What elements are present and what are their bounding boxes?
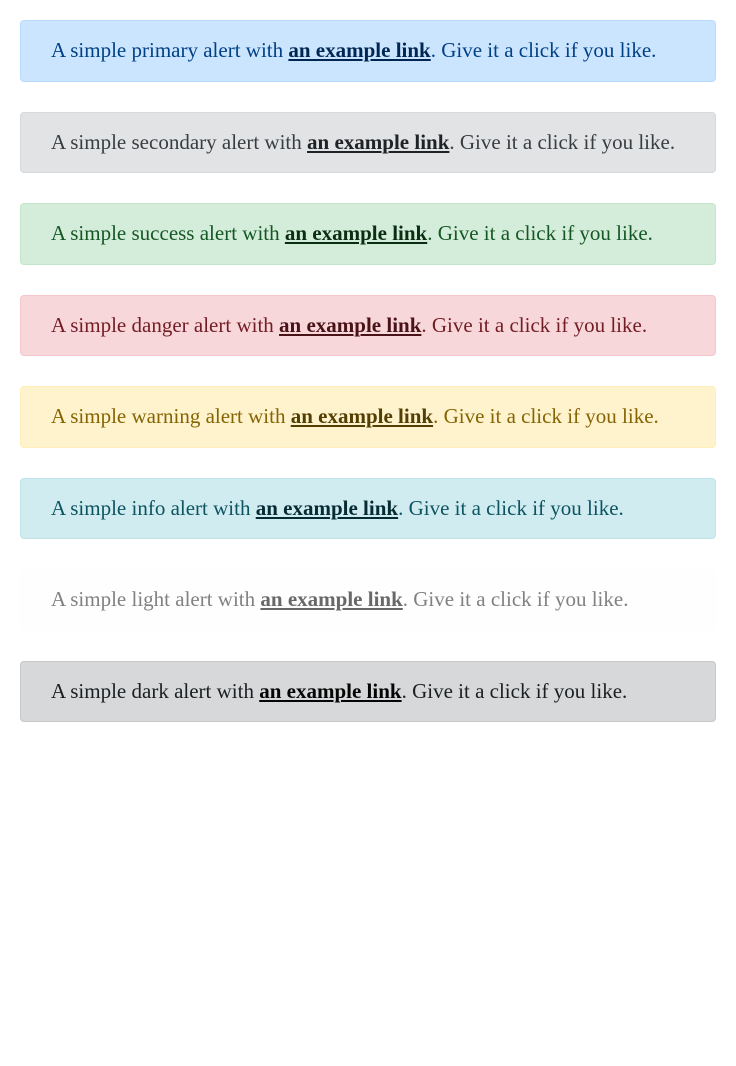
alert-secondary: A simple secondary alert with an example… [20, 112, 716, 174]
alert-warning-link[interactable]: an example link [291, 404, 433, 428]
alert-dark: A simple dark alert with an example link… [20, 661, 716, 723]
alert-warning: A simple warning alert with an example l… [20, 386, 716, 448]
alert-text-suffix: . Give it a click if you like. [403, 587, 629, 611]
alert-secondary-link[interactable]: an example link [307, 130, 449, 154]
alert-text-suffix: . Give it a click if you like. [433, 404, 659, 428]
alert-text-prefix: A simple warning alert with [51, 404, 291, 428]
alert-dark-link[interactable]: an example link [259, 679, 401, 703]
alert-text-suffix: . Give it a click if you like. [431, 38, 657, 62]
alert-text-suffix: . Give it a click if you like. [427, 221, 653, 245]
alert-success: A simple success alert with an example l… [20, 203, 716, 265]
alerts-container: A simple primary alert with an example l… [0, 0, 736, 772]
alert-danger: A simple danger alert with an example li… [20, 295, 716, 357]
alert-primary: A simple primary alert with an example l… [20, 20, 716, 82]
alert-text-prefix: A simple dark alert with [51, 679, 259, 703]
alert-info-link[interactable]: an example link [256, 496, 398, 520]
alert-text-prefix: A simple primary alert with [51, 38, 288, 62]
alert-light-link[interactable]: an example link [260, 587, 402, 611]
alert-text-suffix: . Give it a click if you like. [398, 496, 624, 520]
alert-text-prefix: A simple success alert with [51, 221, 285, 245]
alert-text-suffix: . Give it a click if you like. [402, 679, 628, 703]
alert-light: A simple light alert with an example lin… [20, 569, 716, 631]
alert-text-prefix: A simple light alert with [51, 587, 260, 611]
alert-danger-link[interactable]: an example link [279, 313, 421, 337]
alert-text-prefix: A simple info alert with [51, 496, 256, 520]
alert-info: A simple info alert with an example link… [20, 478, 716, 540]
alert-text-prefix: A simple secondary alert with [51, 130, 307, 154]
alert-text-suffix: . Give it a click if you like. [421, 313, 647, 337]
alert-success-link[interactable]: an example link [285, 221, 427, 245]
alert-text-prefix: A simple danger alert with [51, 313, 279, 337]
alert-text-suffix: . Give it a click if you like. [449, 130, 675, 154]
alert-primary-link[interactable]: an example link [288, 38, 430, 62]
